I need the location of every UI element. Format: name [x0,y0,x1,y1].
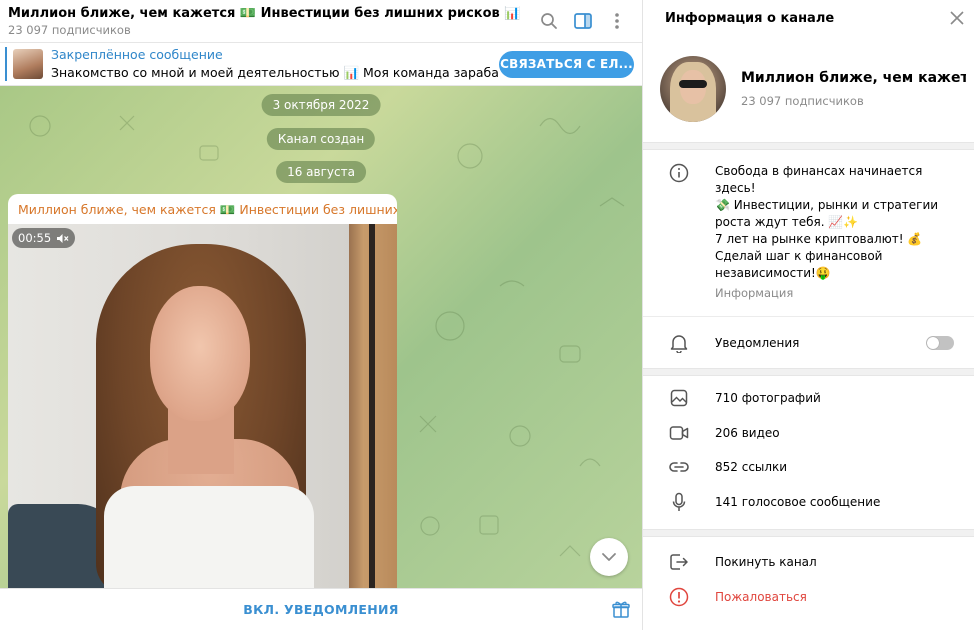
close-icon[interactable] [950,11,964,25]
more-menu-button[interactable] [600,4,634,38]
notifications-toggle[interactable] [926,335,954,350]
search-icon [541,13,557,29]
description-line: независимости!🤑 [715,266,831,280]
description-line: роста ждут тебя. 📈✨ [715,215,859,229]
profile-text: Миллион ближе, чем кажет... 23 097 подпи… [741,70,966,108]
media-label: 206 видео [715,425,780,440]
video-duration: 00:55 [18,231,52,245]
message-author[interactable]: Миллион ближе, чем кажется 💵 Инвестиции … [8,194,397,220]
bell-icon-wrap [665,333,693,353]
leave-icon-wrap [665,553,693,571]
description-line: 7 лет на рынке криптовалют! 💰 [715,232,923,246]
video-door-edge [369,224,375,588]
video-icon [669,426,689,440]
bell-icon [670,334,688,353]
chat-title: Миллион ближе, чем кажется 💵 Инвестиции … [8,5,521,21]
chat-footer: ВКЛ. УВЕДОМЛЕНИЯ [0,588,642,630]
pinned-accent-bar [5,47,7,81]
link-icon-wrap [665,461,693,473]
pinned-preview: Знакомство со мной и моей деятельностью … [51,65,499,80]
divider [643,368,974,376]
leave-icon [670,554,688,570]
chat-subscribers: 23 097 подписчиков [8,22,131,37]
message-history[interactable]: 3 октября 2022 Канал создан 16 августа М… [0,86,642,588]
scroll-to-bottom-button[interactable] [590,538,628,576]
side-panel-toggle-button[interactable] [566,4,600,38]
media-list: 710 фотографий 206 видео 852 ссылки 141 … [643,376,974,519]
channel-subscribers: 23 097 подписчиков [741,94,864,108]
photo-icon [670,390,688,407]
message-bubble[interactable]: Миллион ближе, чем кажется 💵 Инвестиции … [8,194,397,588]
date-pill: 16 августа [276,161,366,183]
photo-icon-wrap [665,389,693,407]
info-header: Информация о канале [643,0,974,36]
pinned-title: Закреплённое сообщение [51,47,223,62]
media-row-videos[interactable]: 206 видео [643,416,974,451]
chevron-down-icon [602,553,616,561]
description-line: Свобода в финансах начинается здесь! [715,164,923,195]
microphone-icon-wrap [665,492,693,512]
info-icon-wrap [665,163,693,302]
toggle-knob [927,336,939,349]
telegram-window: Миллион ближе, чем кажется 💵 Инвестиции … [0,0,974,630]
more-vertical-icon [615,13,619,29]
search-button[interactable] [532,4,566,38]
chat-panel: Миллион ближе, чем кажется 💵 Инвестиции … [0,0,643,630]
avatar[interactable] [660,56,726,122]
media-row-links[interactable]: 852 ссылки [643,450,974,485]
report-label: Пожаловаться [715,589,807,604]
report-icon [669,587,689,606]
contact-button[interactable]: СВЯЗАТЬСЯ С ЕЛ... [499,50,634,78]
pinned-message-bar[interactable]: Закреплённое сообщение Знакомство со мно… [0,43,642,86]
side-panel-icon [574,13,592,29]
description-line: 💸 Инвестиции, рынки и стратегии [715,198,939,212]
description-caption: Информация [715,286,794,300]
chat-header-titles[interactable]: Миллион ближе, чем кажется 💵 Инвестиции … [8,6,532,37]
channel-description: Свобода в финансах начинается здесь! 💸 И… [643,150,974,316]
media-label: 852 ссылки [715,460,788,475]
report-icon-wrap [665,587,693,607]
channel-profile: Миллион ближе, чем кажет... 23 097 подпи… [643,36,974,142]
media-row-photos[interactable]: 710 фотографий [643,381,974,416]
video-icon-wrap [665,425,693,441]
actions-list: Покинуть канал Пожаловаться [643,537,974,614]
pinned-thumbnail [13,49,43,79]
notifications-row[interactable]: Уведомления [643,316,974,368]
video-person-top [104,486,314,588]
divider [643,142,974,150]
muted-speaker-icon [57,233,69,243]
notifications-label: Уведомления [715,335,800,350]
info-title: Информация о канале [665,10,835,26]
divider [643,529,974,537]
description-block: Свобода в финансах начинается здесь! 💸 И… [715,163,940,302]
media-label: 141 голосовое сообщение [715,494,881,509]
description-line: Сделай шаг к финансовой [715,249,883,263]
info-icon [669,163,689,183]
chat-header: Миллион ближе, чем кажется 💵 Инвестиции … [0,0,642,43]
microphone-icon [672,492,686,511]
report-button[interactable]: Пожаловаться [643,580,974,615]
pinned-text-block: Закреплённое сообщение Знакомство со мно… [51,47,499,81]
leave-channel-button[interactable]: Покинуть канал [643,545,974,580]
video-duration-badge[interactable]: 00:55 [12,228,76,248]
video-message[interactable]: 00:55 [8,224,397,588]
date-pill: 3 октября 2022 [261,94,381,116]
media-row-voice[interactable]: 141 голосовое сообщение [643,485,974,520]
gift-icon[interactable] [612,600,630,618]
leave-channel-label: Покинуть канал [715,555,817,570]
link-icon [669,462,689,473]
enable-notifications-button[interactable]: ВКЛ. УВЕДОМЛЕНИЯ [243,602,398,617]
channel-name: Миллион ближе, чем кажет... [741,70,966,86]
video-person-face [150,286,250,421]
avatar-glasses [679,80,707,88]
channel-info-panel: Информация о канале Миллион ближе, чем к… [643,0,974,630]
media-label: 710 фотографий [715,391,821,406]
service-message-channel-created: Канал создан [266,128,376,150]
